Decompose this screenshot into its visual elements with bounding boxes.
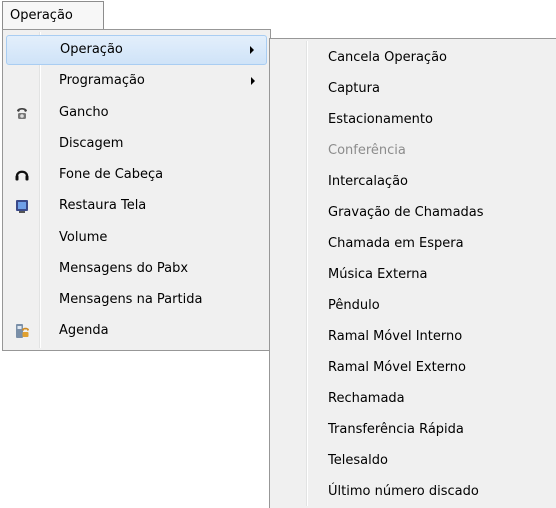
submenu-item-label: Ramal Móvel Interno xyxy=(328,329,463,344)
submenu-item-rechamada[interactable]: Rechamada xyxy=(273,383,553,414)
submenu-item-label: Chamada em Espera xyxy=(328,236,464,251)
menu-item-label: Operação xyxy=(60,42,123,57)
submenu-item-label: Pêndulo xyxy=(328,298,380,313)
menu-item-gancho[interactable]: Gancho xyxy=(6,98,267,128)
menu-item-label: Discagem xyxy=(59,136,124,151)
menu-item-label: Fone de Cabeça xyxy=(59,167,164,182)
submenu-item-label: Transferência Rápida xyxy=(328,422,464,437)
submenu-arrow-icon xyxy=(250,46,254,54)
submenu-item-captura[interactable]: Captura xyxy=(273,73,553,104)
submenu-item-label: Último número discado xyxy=(328,484,479,499)
menu-item-programacao[interactable]: Programação xyxy=(6,66,267,96)
submenu-item-label: Captura xyxy=(328,81,380,96)
menubar-operacao-label: Operação xyxy=(10,8,73,23)
menu-item-label: Programação xyxy=(59,73,145,88)
menu-item-label: Restaura Tela xyxy=(59,198,147,213)
submenu-item-intercalacao[interactable]: Intercalação xyxy=(273,166,553,197)
submenu-item-label: Intercalação xyxy=(328,174,408,189)
menu-item-operacao[interactable]: Operação xyxy=(6,35,267,65)
submenu-item-label: Estacionamento xyxy=(328,112,433,127)
menu-item-label: Volume xyxy=(59,230,108,245)
menu-item-fone-de-cabeca[interactable]: Fone de Cabeça xyxy=(6,160,267,190)
menu-item-agenda[interactable]: Agenda xyxy=(6,316,267,346)
monitor-icon xyxy=(16,200,28,213)
submenu-item-estacionamento[interactable]: Estacionamento xyxy=(273,104,553,135)
operacao-submenu: Cancela Operação Captura Estacionamento … xyxy=(269,38,556,508)
submenu-item-label: Música Externa xyxy=(328,267,428,282)
headset-icon xyxy=(15,170,29,181)
menu-item-label: Mensagens na Partida xyxy=(59,292,203,307)
telephone-icon xyxy=(17,108,27,119)
submenu-item-gravacao-de-chamadas[interactable]: Gravação de Chamadas xyxy=(273,197,553,228)
menu-item-label: Agenda xyxy=(59,323,109,338)
submenu-item-chamada-em-espera[interactable]: Chamada em Espera xyxy=(273,228,553,259)
submenu-item-conferencia: Conferência xyxy=(273,135,553,166)
menu-item-label: Mensagens do Pabx xyxy=(59,261,189,276)
main-menu: Operação Programação Gancho Discagem Fon… xyxy=(2,29,271,351)
submenu-item-ramal-movel-externo[interactable]: Ramal Móvel Externo xyxy=(273,352,553,383)
menu-item-volume[interactable]: Volume xyxy=(6,223,267,253)
submenu-item-label: Ramal Móvel Externo xyxy=(328,360,467,375)
menu-item-label: Gancho xyxy=(59,105,109,120)
submenu-item-ramal-movel-interno[interactable]: Ramal Móvel Interno xyxy=(273,321,553,352)
phonebook-icon xyxy=(16,324,29,338)
menu-item-mensagens-na-partida[interactable]: Mensagens na Partida xyxy=(6,285,267,315)
submenu-item-label: Gravação de Chamadas xyxy=(328,205,484,220)
submenu-item-label: Telesaldo xyxy=(328,453,388,468)
menu-item-restaura-tela[interactable]: Restaura Tela xyxy=(6,191,267,221)
submenu-item-pendulo[interactable]: Pêndulo xyxy=(273,290,553,321)
menubar-operacao[interactable]: Operação xyxy=(2,1,104,30)
submenu-item-musica-externa[interactable]: Música Externa xyxy=(273,259,553,290)
submenu-arrow-icon xyxy=(251,77,255,85)
submenu-item-label: Rechamada xyxy=(328,391,405,406)
submenu-item-label: Conferência xyxy=(328,143,406,158)
menu-item-discagem[interactable]: Discagem xyxy=(6,129,267,159)
submenu-item-label: Cancela Operação xyxy=(328,50,447,65)
submenu-item-ultimo-numero-discado[interactable]: Último número discado xyxy=(273,476,553,507)
submenu-item-cancela-operacao[interactable]: Cancela Operação xyxy=(273,42,553,73)
menu-item-mensagens-do-pabx[interactable]: Mensagens do Pabx xyxy=(6,254,267,284)
submenu-item-transferencia-rapida[interactable]: Transferência Rápida xyxy=(273,414,553,445)
submenu-item-telesaldo[interactable]: Telesaldo xyxy=(273,445,553,476)
